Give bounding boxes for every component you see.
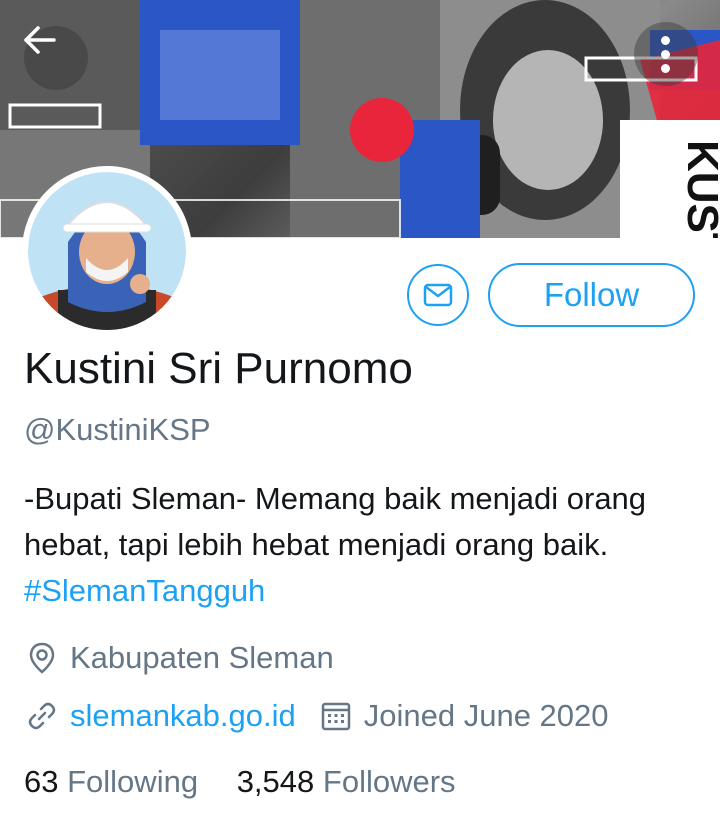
joined-date: Joined June 2020 [363, 698, 609, 733]
following-count: 63 [24, 764, 59, 799]
more-vertical-icon [661, 36, 670, 45]
follow-button[interactable]: Follow [488, 263, 695, 327]
profile-stats: 63 Following 3,548 Followers [24, 764, 456, 800]
more-options-button[interactable] [634, 22, 698, 86]
following-label: Following [67, 764, 199, 799]
banner-text: KUSTINI [678, 140, 720, 238]
message-button[interactable] [407, 264, 469, 326]
mail-icon [423, 283, 453, 307]
back-button[interactable] [24, 26, 88, 90]
following-stat[interactable]: 63 Following [24, 764, 198, 799]
link-icon [24, 698, 60, 734]
bio-hashtag-link[interactable]: #SlemanTangguh [24, 573, 265, 608]
avatar[interactable] [22, 166, 192, 336]
arrow-left-icon [24, 26, 56, 54]
profile-handle: @KustiniKSP [24, 412, 211, 447]
location-row: Kabupaten Sleman [24, 640, 334, 676]
calendar-icon [318, 698, 354, 734]
avatar-illustration [28, 172, 186, 330]
bio-text: -Bupati Sleman- Memang baik menjadi oran… [24, 481, 647, 562]
website-joined-row: slemankab.go.id Joined June 2020 [24, 698, 609, 734]
location-pin-icon [24, 640, 60, 676]
followers-count: 3,548 [236, 764, 315, 799]
more-vertical-icon-dot [661, 64, 670, 73]
profile-bio: -Bupati Sleman- Memang baik menjadi oran… [24, 476, 704, 614]
more-vertical-icon-dot [661, 50, 670, 59]
profile-name: Kustini Sri Purnomo [24, 344, 413, 393]
followers-label: Followers [322, 764, 456, 799]
followers-stat[interactable]: 3,548 Followers [237, 764, 456, 799]
website-link[interactable]: slemankab.go.id [70, 698, 296, 734]
location-text: Kabupaten Sleman [70, 640, 334, 675]
